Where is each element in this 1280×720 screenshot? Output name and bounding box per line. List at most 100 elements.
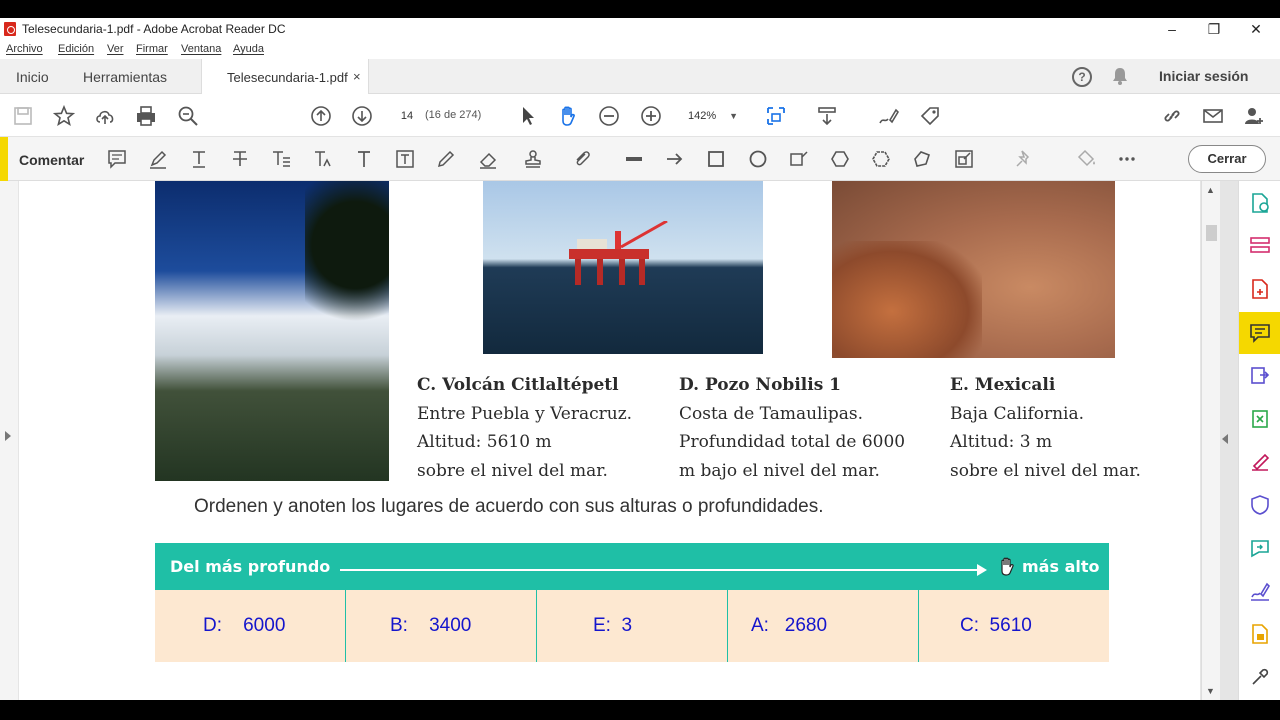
- previous-page-icon[interactable]: [309, 104, 333, 128]
- comment-label: Comentar: [19, 152, 85, 168]
- fill-color-icon[interactable]: [1074, 147, 1098, 171]
- menu-ventana[interactable]: Ventana: [181, 43, 221, 55]
- close-window-button[interactable]: ✕: [1234, 18, 1278, 40]
- fill-sign-tool-icon[interactable]: [1248, 450, 1272, 474]
- zoom-level-select[interactable]: 142% ▼: [680, 106, 744, 126]
- save-icon[interactable]: [11, 104, 35, 128]
- text-box-icon[interactable]: [393, 147, 417, 171]
- export-pdf-icon[interactable]: [1248, 191, 1272, 215]
- vertical-scrollbar[interactable]: ▲ ▼: [1201, 181, 1220, 700]
- ellipse-tool-icon[interactable]: [746, 147, 770, 171]
- bottom-letterbox: [0, 700, 1280, 720]
- text-callout-icon[interactable]: [787, 147, 811, 171]
- answer-cell: E: 3: [537, 590, 728, 662]
- tools-settings-icon[interactable]: [1248, 665, 1272, 689]
- underline-text-icon[interactable]: [187, 147, 211, 171]
- tab-inicio[interactable]: Inicio: [16, 69, 49, 85]
- scrollbar-thumb[interactable]: [1206, 225, 1217, 241]
- signature-icon[interactable]: [1248, 579, 1272, 603]
- next-page-icon[interactable]: [350, 104, 374, 128]
- attach-file-icon[interactable]: [570, 147, 594, 171]
- scroll-down-icon[interactable]: ▼: [1206, 686, 1215, 696]
- fit-page-icon[interactable]: [764, 104, 788, 128]
- menu-ayuda[interactable]: Ayuda: [233, 43, 264, 55]
- answer-value: D: 6000: [203, 615, 286, 636]
- minimize-button[interactable]: –: [1150, 18, 1194, 40]
- polygon-tool-icon[interactable]: [828, 147, 852, 171]
- caption-d: D. Pozo Nobilis 1 Costa de Tamaulipas. P…: [679, 371, 905, 485]
- polyline-tool-icon[interactable]: [910, 147, 934, 171]
- strikethrough-icon[interactable]: [228, 147, 252, 171]
- export-excel-icon[interactable]: [1248, 407, 1272, 431]
- fill-sign-icon[interactable]: [876, 104, 900, 128]
- close-comment-button[interactable]: Cerrar: [1188, 145, 1266, 173]
- menu-firmar[interactable]: Firmar: [136, 43, 168, 55]
- upload-cloud-icon[interactable]: [93, 104, 117, 128]
- menu-archivo[interactable]: Archivo: [6, 43, 43, 55]
- document-viewport[interactable]: C. Volcán Citlaltépetl Entre Puebla y Ve…: [0, 181, 1238, 700]
- area-tool-icon[interactable]: [952, 147, 976, 171]
- sticky-note-icon[interactable]: [105, 147, 129, 171]
- caption-c-heading: C. Volcán Citlaltépetl: [417, 375, 619, 395]
- close-tab-icon[interactable]: ×: [353, 69, 361, 84]
- scroll-mode-icon[interactable]: [815, 104, 839, 128]
- highlight-icon[interactable]: [146, 147, 170, 171]
- arrow-tool-icon[interactable]: [663, 147, 687, 171]
- scan-document-icon[interactable]: [1248, 622, 1272, 646]
- replace-text-icon[interactable]: [269, 147, 293, 171]
- send-track-icon[interactable]: [1248, 536, 1272, 560]
- signin-button[interactable]: Iniciar sesión: [1159, 68, 1248, 84]
- mail-icon[interactable]: [1201, 104, 1225, 128]
- combine-files-icon[interactable]: [1248, 364, 1272, 388]
- top-letterbox: [0, 0, 1280, 18]
- line-tool-icon[interactable]: [622, 147, 646, 171]
- scroll-up-icon[interactable]: ▲: [1206, 185, 1215, 195]
- add-user-icon[interactable]: [1242, 104, 1266, 128]
- pin-icon[interactable]: [1012, 147, 1036, 171]
- tab-herramientas[interactable]: Herramientas: [83, 69, 167, 85]
- collapse-right-panel-icon[interactable]: [1222, 434, 1228, 444]
- zoom-in-icon[interactable]: [639, 104, 663, 128]
- page-number-input[interactable]: 14: [392, 106, 422, 126]
- caption-e-line-2: Altitud: 3 m: [950, 432, 1053, 452]
- menu-edicion[interactable]: Edición: [58, 43, 94, 55]
- zoom-out-icon[interactable]: [597, 104, 621, 128]
- pencil-icon[interactable]: [434, 147, 458, 171]
- eraser-icon[interactable]: [476, 147, 500, 171]
- expand-left-panel-icon[interactable]: [5, 431, 11, 441]
- zoom-search-icon[interactable]: [176, 104, 200, 128]
- share-tag-icon[interactable]: [918, 104, 942, 128]
- title-bar: Telesecundaria-1.pdf - Adobe Acrobat Rea…: [0, 18, 1280, 40]
- menu-bar: Archivo Edición Ver Firmar Ventana Ayuda: [0, 40, 1280, 59]
- menu-ver[interactable]: Ver: [107, 43, 124, 55]
- answer-cell: D: 6000: [155, 590, 346, 662]
- insert-text-icon[interactable]: [311, 147, 335, 171]
- banner-right-label: más alto: [1022, 557, 1100, 576]
- restore-button[interactable]: ❐: [1192, 18, 1236, 40]
- select-pointer-icon[interactable]: [516, 104, 540, 128]
- stamp-icon[interactable]: [521, 147, 545, 171]
- rectangle-tool-icon[interactable]: [704, 147, 728, 171]
- caption-e-line-1: Baja California.: [950, 403, 1085, 424]
- caption-c-line-2: Altitud: 5610 m: [417, 432, 552, 452]
- acrobat-window: Telesecundaria-1.pdf - Adobe Acrobat Rea…: [0, 0, 1280, 720]
- tab-document[interactable]: Telesecundaria-1.pdf ×: [201, 59, 369, 94]
- link-icon[interactable]: [1160, 104, 1184, 128]
- cloud-tool-icon[interactable]: [869, 147, 893, 171]
- page-count: (16 de 274): [425, 109, 482, 121]
- answer-table: D: 6000 B: 3400 E: 3 A: 2680 C: 5610: [155, 590, 1109, 662]
- star-icon[interactable]: [52, 104, 76, 128]
- hand-cursor-icon: [998, 556, 1016, 576]
- create-pdf-icon[interactable]: [1248, 277, 1272, 301]
- organize-pages-icon[interactable]: [1248, 234, 1272, 258]
- comment-tool-icon[interactable]: [1248, 321, 1272, 345]
- arrow-right-icon: [977, 564, 987, 576]
- protect-icon[interactable]: [1248, 493, 1272, 517]
- add-text-icon[interactable]: [352, 147, 376, 171]
- hand-tool-icon[interactable]: [556, 104, 580, 128]
- help-icon[interactable]: ?: [1072, 67, 1092, 87]
- more-options-icon[interactable]: [1115, 147, 1139, 171]
- answer-cell: A: 2680: [728, 590, 919, 662]
- print-icon[interactable]: [134, 104, 158, 128]
- bell-icon[interactable]: [1112, 67, 1128, 85]
